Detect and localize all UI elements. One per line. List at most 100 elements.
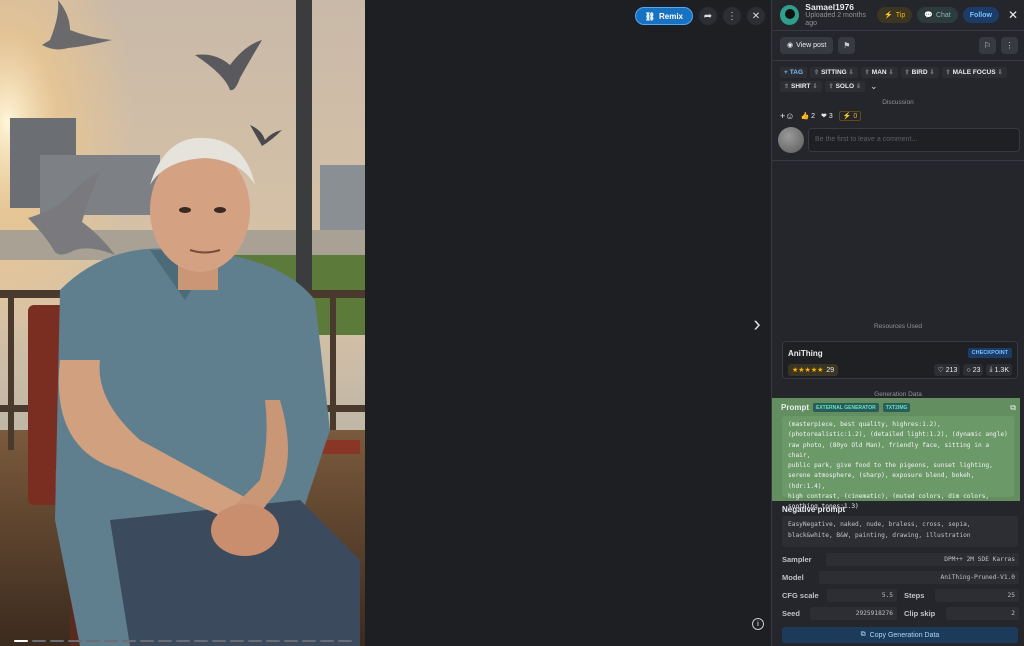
pagination-dot[interactable] (247, 640, 262, 642)
divider (772, 60, 1024, 61)
pagination-dot[interactable] (67, 640, 82, 642)
downvote-icon[interactable]: ⇩ (856, 83, 861, 90)
upvote-icon[interactable]: ⇧ (814, 69, 819, 76)
image-pagination (0, 640, 365, 642)
view-post-label: View post (796, 41, 827, 49)
divider (772, 160, 1024, 161)
model-label: Model (782, 573, 804, 582)
pagination-dot[interactable] (85, 640, 100, 642)
generated-image[interactable] (0, 0, 365, 646)
pagination-dot[interactable] (103, 640, 118, 642)
close-panel-icon[interactable]: ✕ (1008, 8, 1018, 22)
pagination-dot[interactable] (31, 640, 46, 642)
comments-count: 23 (972, 366, 981, 374)
tag-label: SOLO (835, 83, 855, 90)
comments-stat: ○ 23 (963, 364, 984, 376)
upvote-icon[interactable]: ⇧ (946, 69, 951, 76)
buzz-count: 0 (853, 113, 858, 120)
divider (772, 30, 1024, 31)
buzz-reaction[interactable]: ⚡ 0 (838, 111, 862, 121)
pagination-dot[interactable] (301, 640, 316, 642)
next-image-button[interactable]: › (748, 311, 766, 336)
username[interactable]: Samael1976 (805, 2, 877, 12)
downvote-icon[interactable]: ⇩ (813, 83, 818, 90)
pagination-dot[interactable] (157, 640, 172, 642)
upvote-icon[interactable]: ⇧ (829, 83, 834, 90)
add-reaction-icon[interactable]: +☺ (780, 111, 794, 121)
pagination-dot[interactable] (121, 640, 136, 642)
tag-chip[interactable]: ⇧ BIRD ⇩ (900, 67, 939, 78)
pagination-dot[interactable] (175, 640, 190, 642)
prompt-header: Prompt EXTERNAL GENERATOR TXT2IMG (781, 403, 911, 412)
image-viewer: ⛓ Remix ➦ ⋮ ✕ › i (0, 0, 771, 646)
tag-chip[interactable]: ⇧ MAN ⇩ (860, 67, 898, 78)
close-viewer-button[interactable]: ✕ (747, 7, 765, 25)
pagination-dot[interactable] (229, 640, 244, 642)
external-generator-badge: EXTERNAL GENERATOR (813, 403, 879, 412)
chat-button[interactable]: 💬 Chat (917, 7, 958, 23)
downvote-icon[interactable]: ⇩ (930, 69, 935, 76)
upvote-icon[interactable]: ⇧ (784, 83, 789, 90)
model-value: AniThing-Pruned-V1.0 (819, 571, 1019, 584)
copy-generation-data-button[interactable]: ⧉ Copy Generation Data (782, 627, 1018, 643)
tag-chip[interactable]: ⇧ SOLO ⇩ (824, 81, 866, 92)
discussion-title: Discussion (882, 99, 914, 106)
pagination-dot[interactable] (193, 640, 208, 642)
pagination-dot[interactable] (211, 640, 226, 642)
steps-label: Steps (904, 591, 925, 600)
bookmark-button[interactable]: ⚑ (838, 36, 856, 54)
more-options-button[interactable]: ⋮ (723, 7, 741, 25)
pagination-dot[interactable] (265, 640, 280, 642)
link-icon: ⛓ (644, 11, 655, 21)
downloads-stat: ⤓ 1.3K (986, 364, 1012, 376)
negative-prompt-text: EasyNegative, naked, nude, braless, cros… (782, 516, 1018, 547)
text-line: EasyNegative, naked, nude, braless, cros… (788, 521, 971, 528)
pagination-dot[interactable] (337, 640, 352, 642)
upvote-icon[interactable]: ⇧ (905, 69, 910, 76)
pagination-dot[interactable] (283, 640, 298, 642)
post-actions: ◉ View post ⚑ ⚐ ⋮ (780, 36, 1018, 54)
downvote-icon[interactable]: ⇩ (998, 69, 1003, 76)
tag-label: SITTING (821, 69, 847, 76)
steps-row: Steps (904, 589, 924, 602)
add-tag-button[interactable]: + TAG (780, 67, 808, 78)
follow-button[interactable]: Follow (962, 7, 999, 23)
download-icon: ⤓ (989, 366, 993, 373)
downloads-count: 1.3K (994, 366, 1009, 374)
heart-reaction[interactable]: ❤ 3 (821, 112, 833, 120)
remix-button[interactable]: ⛓ Remix (634, 7, 693, 25)
clip-skip-label: Clip skip (904, 609, 936, 618)
view-post-button[interactable]: ◉ View post (780, 36, 834, 54)
pagination-dot[interactable] (139, 640, 154, 642)
pagination-dot[interactable] (319, 640, 334, 642)
sampler-label: Sampler (782, 555, 812, 564)
comment-composer: Be the first to leave a comment... (778, 126, 1020, 153)
tag-label: MALE FOCUS (952, 69, 996, 76)
like-reaction[interactable]: 👍 2 (800, 112, 815, 120)
tip-button[interactable]: ⚡ Tip (877, 7, 913, 23)
resource-stats: ♡ 213 ○ 23 ⤓ 1.3K (934, 364, 1012, 376)
share-button[interactable]: ➦ (699, 7, 717, 25)
chevron-down-icon[interactable]: ⌄ (868, 81, 880, 92)
model-row: Model (782, 571, 804, 584)
downvote-icon[interactable]: ⇩ (889, 69, 894, 76)
post-more-button[interactable]: ⋮ (1001, 36, 1018, 54)
tag-chip[interactable]: ⇧ SHIRT ⇩ (780, 81, 822, 92)
report-button[interactable]: ⚐ (979, 36, 996, 54)
tag-chip[interactable]: ⇧ MALE FOCUS ⇩ (941, 67, 1007, 78)
sampler-row: Sampler (782, 553, 812, 566)
tag-chip[interactable]: ⇧ SITTING ⇩ (810, 67, 858, 78)
avatar[interactable] (780, 5, 800, 25)
seed-label: Seed (782, 609, 800, 618)
pagination-dot[interactable] (13, 640, 28, 642)
copy-icon: ⧉ (860, 631, 866, 638)
downvote-icon[interactable]: ⇩ (849, 69, 854, 76)
pagination-dot[interactable] (49, 640, 64, 642)
comment-input[interactable]: Be the first to leave a comment... (808, 127, 1020, 152)
copy-prompt-icon[interactable]: ⧉ (1010, 403, 1016, 413)
flag-icon: ⚐ (983, 40, 992, 50)
chevron-right-icon: › (753, 311, 761, 336)
upvote-icon[interactable]: ⇧ (865, 69, 870, 76)
resource-card[interactable]: AniThing CHECKPOINT ★★★★★ 29 ♡ 213 ○ 23 ⤓ 1… (782, 341, 1018, 379)
info-icon[interactable]: i (752, 618, 764, 630)
